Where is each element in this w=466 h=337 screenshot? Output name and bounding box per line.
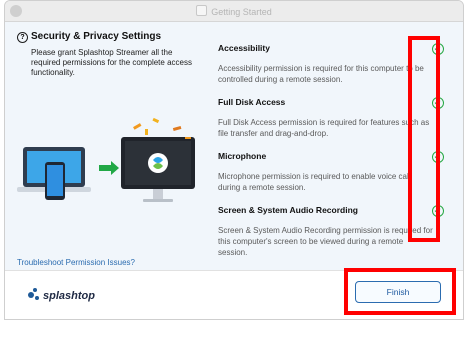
permission-title: Screen & System Audio Recording — [218, 205, 358, 215]
splashtop-logo: splashtop — [25, 285, 103, 310]
app-icon — [196, 5, 208, 16]
permission-accessibility: Accessibility Accessibility permission i… — [218, 43, 444, 85]
permission-title: Microphone — [218, 151, 267, 161]
security-privacy-heading: Security & Privacy Settings — [31, 31, 162, 42]
permission-screen-audio-recording: Screen & System Audio Recording Screen &… — [218, 205, 444, 258]
permission-description: Screen & System Audio Recording permissi… — [218, 226, 433, 257]
title-bar: Getting Started — [5, 1, 463, 22]
arrow-icon — [99, 161, 119, 175]
troubleshoot-permissions-link[interactable]: Troubleshoot Permission Issues? — [17, 258, 135, 267]
permission-microphone: Microphone Microphone permission is requ… — [218, 151, 444, 193]
svg-text:splashtop: splashtop — [43, 290, 95, 302]
permissions-description: Please grant Splashtop Streamer all the … — [31, 48, 192, 77]
permissions-panel: ? Security & Privacy Settings Please gra… — [5, 22, 463, 279]
permission-full-disk-access: Full Disk Access Full Disk Access permis… — [218, 97, 444, 139]
devices-illustration — [17, 117, 195, 202]
question-icon: ? — [17, 32, 28, 43]
check-icons-highlight — [408, 36, 440, 242]
window-title: Getting Started — [5, 5, 463, 17]
permission-description: Microphone permission is required to ena… — [218, 172, 411, 192]
permission-title: Full Disk Access — [218, 97, 286, 107]
permission-description: Accessibility permission is required for… — [218, 64, 424, 84]
permission-title: Accessibility — [218, 43, 270, 53]
finish-button-highlight — [344, 268, 456, 315]
permission-description: Full Disk Access permission is required … — [218, 118, 430, 138]
